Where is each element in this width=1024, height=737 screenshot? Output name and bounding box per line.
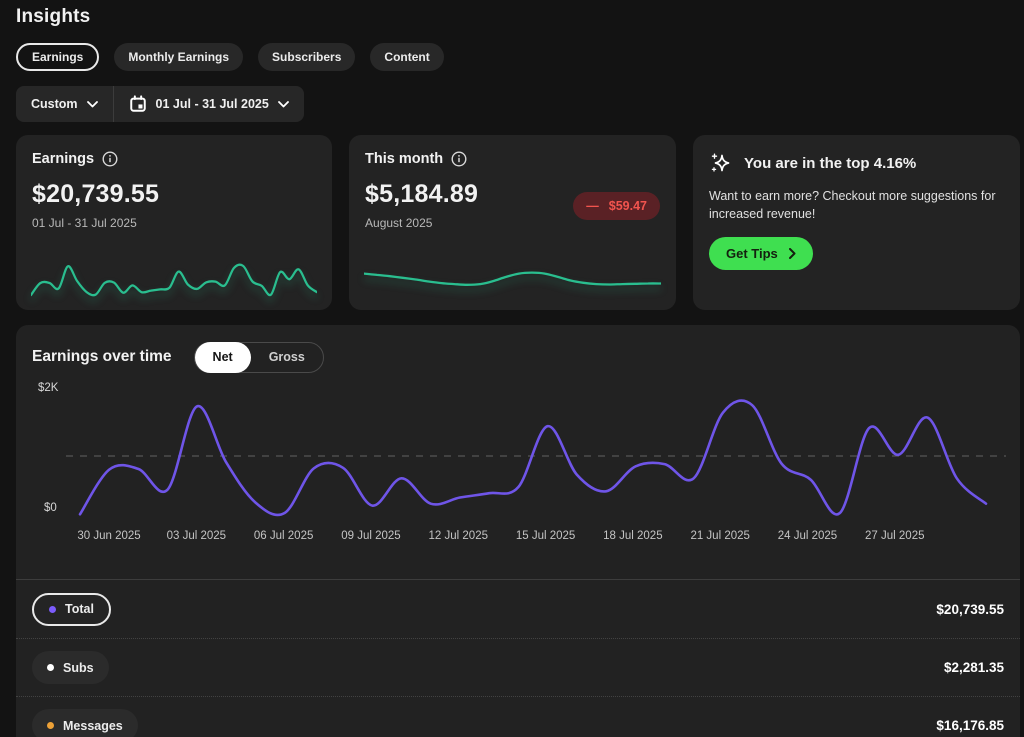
legend-pill-total[interactable]: Total <box>32 593 111 626</box>
chevron-right-icon <box>789 248 796 259</box>
y-axis-label-max: $2K <box>38 382 58 394</box>
negative-delta-badge: — $59.47 <box>573 192 660 220</box>
net-gross-toggle: Net Gross <box>194 342 324 373</box>
date-filter-bar: Custom 01 Jul - 31 Jul 2025 <box>16 86 304 122</box>
x-tick-label: 24 Jul 2025 <box>778 530 837 542</box>
legend-row-total: Total $20,739.55 <box>16 580 1020 638</box>
top-percent-card: You are in the top 4.16% Want to earn mo… <box>693 135 1020 310</box>
top-percent-body: Want to earn more? Checkout more suggest… <box>709 187 1004 223</box>
y-axis-label-min: $0 <box>44 502 57 514</box>
messages-label: Messages <box>63 719 123 733</box>
get-tips-button[interactable]: Get Tips <box>709 237 813 270</box>
subs-dot <box>47 664 54 671</box>
chart-title: Earnings over time <box>32 348 172 366</box>
info-icon[interactable] <box>102 151 118 167</box>
tab-monthly-earnings[interactable]: Monthly Earnings <box>114 43 243 71</box>
x-axis-labels: 30 Jun 2025 03 Jul 2025 06 Jul 2025 09 Jul … <box>66 528 1002 546</box>
legend-pill-messages[interactable]: Messages <box>32 709 138 737</box>
earnings-period: 01 Jul - 31 Jul 2025 <box>32 216 316 230</box>
earnings-over-time-panel: Earnings over time Net Gross $2K $0 30 J… <box>16 325 1020 737</box>
x-tick-label: 30 Jun 2025 <box>77 530 140 542</box>
total-value: $20,739.55 <box>936 602 1004 617</box>
legend-row-subs: Subs $2,281.35 <box>16 638 1020 696</box>
stat-cards: Earnings $20,739.55 01 Jul - 31 Jul 2025… <box>16 135 1020 310</box>
range-type-label: Custom <box>31 97 78 111</box>
toggle-net[interactable]: Net <box>195 342 251 373</box>
x-tick-label: 21 Jul 2025 <box>690 530 749 542</box>
this-month-card-title: This month <box>365 151 443 167</box>
range-type-dropdown[interactable]: Custom <box>16 86 113 122</box>
minus-sign: — <box>586 199 599 213</box>
x-tick-label: 18 Jul 2025 <box>603 530 662 542</box>
page-title: Insights <box>16 6 1012 28</box>
legend-row-messages: Messages $16,176.85 <box>16 696 1020 737</box>
subs-label: Subs <box>63 661 94 675</box>
date-range-picker[interactable]: 01 Jul - 31 Jul 2025 <box>114 86 304 122</box>
earnings-amount: $20,739.55 <box>32 180 316 209</box>
line-chart: $2K $0 30 Jun 2025 03 Jul 2025 06 Jul 2025… <box>32 384 1004 579</box>
messages-dot <box>47 722 54 729</box>
x-tick-label: 09 Jul 2025 <box>341 530 400 542</box>
earnings-sparkline <box>31 256 317 298</box>
date-range-label: 01 Jul - 31 Jul 2025 <box>156 97 269 111</box>
tab-content[interactable]: Content <box>370 43 443 71</box>
total-dot <box>49 606 56 613</box>
delta-amount: $59.47 <box>609 199 647 213</box>
x-tick-label: 12 Jul 2025 <box>429 530 488 542</box>
this-month-card: This month $5,184.89 August 2025 — $59.4… <box>349 135 676 310</box>
subs-value: $2,281.35 <box>944 660 1004 675</box>
toggle-gross[interactable]: Gross <box>251 342 323 373</box>
earnings-card-title: Earnings <box>32 151 94 167</box>
earnings-card: Earnings $20,739.55 01 Jul - 31 Jul 2025 <box>16 135 332 310</box>
calendar-icon <box>129 95 147 113</box>
sparkle-icon <box>709 151 733 175</box>
get-tips-label: Get Tips <box>726 246 778 261</box>
this-month-sparkline <box>364 256 661 298</box>
top-percent-title: You are in the top 4.16% <box>744 155 916 172</box>
chevron-down-icon <box>278 101 289 108</box>
tab-subscribers[interactable]: Subscribers <box>258 43 355 71</box>
total-label: Total <box>65 602 94 616</box>
insights-tabs: Earnings Monthly Earnings Subscribers Co… <box>16 43 1012 71</box>
legend-pill-subs[interactable]: Subs <box>32 651 109 684</box>
tab-earnings[interactable]: Earnings <box>16 43 99 71</box>
chevron-down-icon <box>87 101 98 108</box>
x-tick-label: 15 Jul 2025 <box>516 530 575 542</box>
insights-page: Insights Earnings Monthly Earnings Subsc… <box>0 0 1024 737</box>
info-icon[interactable] <box>451 151 467 167</box>
x-tick-label: 03 Jul 2025 <box>167 530 226 542</box>
chart-plot-area <box>66 388 1006 520</box>
x-tick-label: 06 Jul 2025 <box>254 530 313 542</box>
x-tick-label: 27 Jul 2025 <box>865 530 924 542</box>
messages-value: $16,176.85 <box>936 718 1004 733</box>
